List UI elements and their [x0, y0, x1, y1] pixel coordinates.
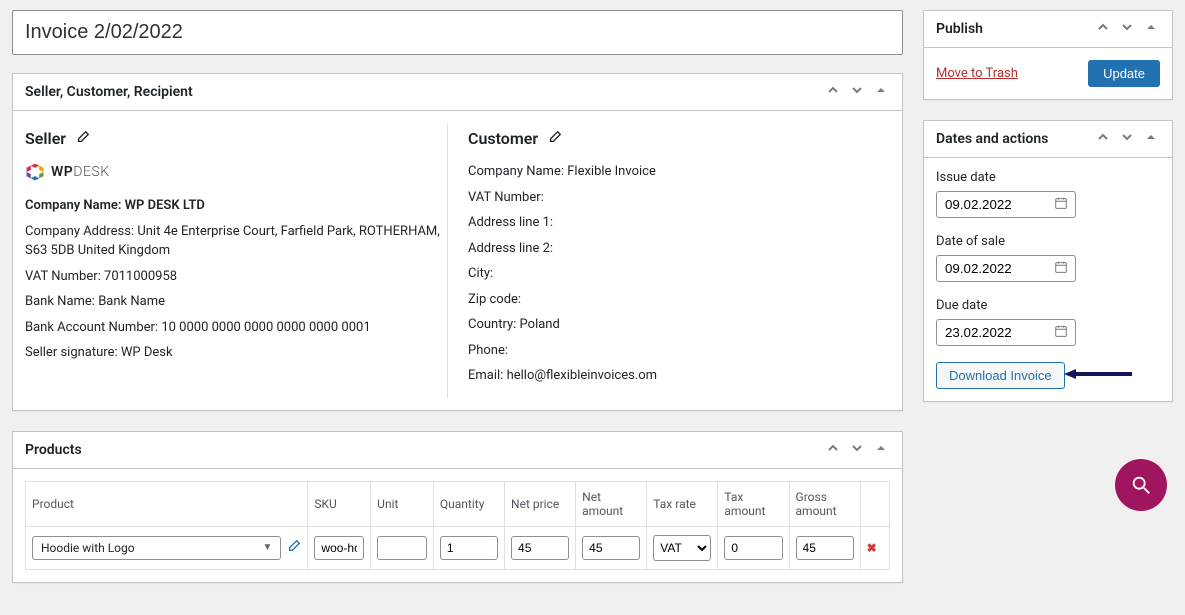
qty-input[interactable]	[440, 536, 498, 560]
seller-customer-panel: Seller, Customer, Recipient	[12, 73, 903, 411]
panel-down-icon[interactable]	[1118, 129, 1136, 149]
seller-heading: Seller	[25, 129, 66, 148]
tax-rate-select[interactable]: VAT	[653, 535, 711, 561]
calendar-icon[interactable]	[1054, 196, 1068, 214]
customer-city: City:	[468, 264, 884, 284]
sku-input[interactable]	[314, 536, 364, 560]
publish-panel-title: Publish	[936, 21, 983, 37]
panel-collapse-icon[interactable]	[1142, 129, 1160, 149]
col-tax-amount: Tax amount	[718, 481, 789, 526]
col-gross-amount: Gross amount	[789, 481, 860, 526]
update-button[interactable]: Update	[1088, 60, 1160, 87]
scr-panel-title: Seller, Customer, Recipient	[25, 84, 193, 100]
product-select-value: Hoodie with Logo	[41, 541, 135, 555]
customer-addr2: Address line 2:	[468, 239, 884, 259]
col-net-price: Net price	[505, 481, 576, 526]
panel-up-icon[interactable]	[1094, 19, 1112, 39]
panel-collapse-icon[interactable]	[872, 440, 890, 460]
gross-amount-input[interactable]	[796, 536, 854, 560]
calendar-icon[interactable]	[1054, 324, 1068, 342]
net-amount-input[interactable]	[582, 536, 640, 560]
seller-edit-icon[interactable]	[76, 129, 90, 148]
panel-up-icon[interactable]	[824, 82, 842, 102]
panel-collapse-icon[interactable]	[1142, 19, 1160, 39]
seller-address: Company Address: Unit 4e Enterprise Cour…	[25, 222, 441, 261]
arrow-hint-icon	[1064, 368, 1134, 380]
products-panel: Products Product SKU	[12, 431, 903, 583]
wpdesk-logo: WPDESK	[25, 162, 441, 182]
customer-phone: Phone:	[468, 341, 884, 361]
invoice-title-input[interactable]	[12, 10, 903, 55]
calendar-icon[interactable]	[1054, 260, 1068, 278]
seller-bank-name: Bank Name: Bank Name	[25, 292, 441, 312]
customer-edit-icon[interactable]	[548, 129, 562, 148]
panel-down-icon[interactable]	[848, 82, 866, 102]
panel-collapse-icon[interactable]	[872, 82, 890, 102]
customer-email: Email: hello@flexibleinvoices.om	[468, 366, 884, 386]
panel-down-icon[interactable]	[1118, 19, 1136, 39]
table-header-row: Product SKU Unit Quantity Net price Net …	[26, 481, 890, 526]
search-fab-button[interactable]	[1115, 459, 1167, 511]
product-select[interactable]: Hoodie with Logo ▼	[32, 536, 281, 560]
table-row: Hoodie with Logo ▼	[26, 526, 890, 569]
customer-addr1: Address line 1:	[468, 213, 884, 233]
wpdesk-logo-text: WPDESK	[51, 164, 110, 180]
col-delete	[860, 481, 889, 526]
col-net-amount: Net amount	[576, 481, 647, 526]
panel-up-icon[interactable]	[824, 440, 842, 460]
products-panel-title: Products	[25, 442, 82, 458]
products-table: Product SKU Unit Quantity Net price Net …	[25, 481, 890, 570]
publish-panel: Publish Move to Trash Update	[923, 10, 1173, 100]
seller-company-name: Company Name: WP DESK LTD	[25, 196, 441, 216]
panel-up-icon[interactable]	[1094, 129, 1112, 149]
issue-date-label: Issue date	[936, 170, 1160, 185]
sale-date-label: Date of sale	[936, 234, 1160, 249]
customer-country: Country: Poland	[468, 315, 884, 335]
tax-amount-input[interactable]	[724, 536, 782, 560]
dates-panel-title: Dates and actions	[936, 131, 1048, 147]
col-qty: Quantity	[433, 481, 504, 526]
move-to-trash-link[interactable]: Move to Trash	[936, 66, 1018, 81]
due-date-label: Due date	[936, 298, 1160, 313]
customer-heading: Customer	[468, 129, 538, 148]
customer-vat: VAT Number:	[468, 188, 884, 208]
unit-input[interactable]	[377, 536, 427, 560]
col-sku: SKU	[308, 481, 371, 526]
seller-bank-account: Bank Account Number: 10 0000 0000 0000 0…	[25, 318, 441, 338]
seller-signature: Seller signature: WP Desk	[25, 343, 441, 363]
panel-down-icon[interactable]	[848, 440, 866, 460]
caret-down-icon: ▼	[263, 542, 273, 553]
col-product: Product	[26, 481, 308, 526]
seller-vat: VAT Number: 7011000958	[25, 267, 441, 287]
col-unit: Unit	[371, 481, 434, 526]
col-tax-rate: Tax rate	[647, 481, 718, 526]
customer-company-name: Company Name: Flexible Invoice	[468, 162, 884, 182]
customer-zip: Zip code:	[468, 290, 884, 310]
net-price-input[interactable]	[511, 536, 569, 560]
dates-panel: Dates and actions Issue date Date of sal…	[923, 120, 1173, 402]
product-edit-icon[interactable]	[287, 539, 301, 556]
delete-row-icon[interactable]: ✖	[860, 526, 889, 569]
download-invoice-button[interactable]: Download Invoice	[936, 362, 1065, 389]
